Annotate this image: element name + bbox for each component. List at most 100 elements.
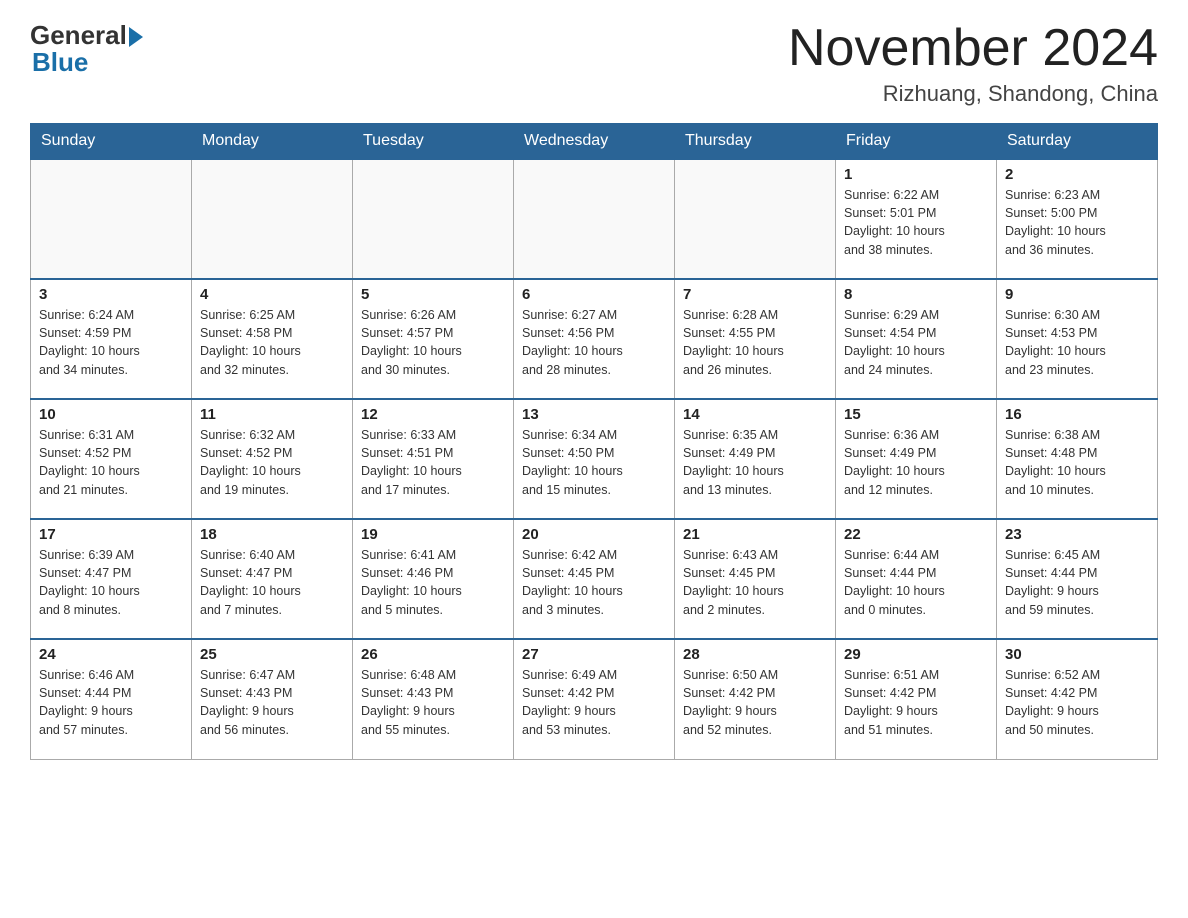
calendar-cell — [675, 159, 836, 279]
day-number: 9 — [1005, 286, 1149, 303]
weekday-header-monday: Monday — [192, 124, 353, 160]
location-subtitle: Rizhuang, Shandong, China — [788, 81, 1158, 107]
calendar-cell: 19 Sunrise: 6:41 AMSunset: 4:46 PMDayligh… — [353, 519, 514, 639]
calendar-cell: 26 Sunrise: 6:48 AMSunset: 4:43 PMDayligh… — [353, 639, 514, 759]
day-info: Sunrise: 6:34 AMSunset: 4:50 PMDaylight:… — [522, 426, 666, 499]
calendar-cell: 24 Sunrise: 6:46 AMSunset: 4:44 PMDayligh… — [31, 639, 192, 759]
calendar-cell: 18 Sunrise: 6:40 AMSunset: 4:47 PMDayligh… — [192, 519, 353, 639]
calendar-cell: 1Sunrise: 6:22 AMSunset: 5:01 PMDaylight… — [836, 159, 997, 279]
day-info: Sunrise: 6:25 AMSunset: 4:58 PMDaylight:… — [200, 306, 344, 379]
day-number: 22 — [844, 526, 988, 543]
calendar-cell — [31, 159, 192, 279]
calendar-cell: 14 Sunrise: 6:35 AMSunset: 4:49 PMDayligh… — [675, 399, 836, 519]
day-info: Sunrise: 6:32 AMSunset: 4:52 PMDaylight:… — [200, 426, 344, 499]
calendar-table: SundayMondayTuesdayWednesdayThursdayFrid… — [30, 123, 1158, 760]
day-info: Sunrise: 6:40 AMSunset: 4:47 PMDaylight:… — [200, 546, 344, 619]
logo: General Blue — [30, 20, 143, 78]
weekday-header-sunday: Sunday — [31, 124, 192, 160]
day-number: 3 — [39, 286, 183, 303]
day-number: 4 — [200, 286, 344, 303]
day-info: Sunrise: 6:24 AMSunset: 4:59 PMDaylight:… — [39, 306, 183, 379]
day-info: Sunrise: 6:46 AMSunset: 4:44 PMDaylight:… — [39, 666, 183, 739]
day-info: Sunrise: 6:30 AMSunset: 4:53 PMDaylight:… — [1005, 306, 1149, 379]
calendar-cell: 2 Sunrise: 6:23 AMSunset: 5:00 PMDaylight… — [997, 159, 1158, 279]
day-number: 11 — [200, 406, 344, 423]
day-number: 28 — [683, 646, 827, 663]
logo-blue-text: Blue — [32, 47, 88, 78]
day-info: Sunrise: 6:41 AMSunset: 4:46 PMDaylight:… — [361, 546, 505, 619]
calendar-cell: 27Sunrise: 6:49 AMSunset: 4:42 PMDayligh… — [514, 639, 675, 759]
calendar-cell: 22Sunrise: 6:44 AMSunset: 4:44 PMDayligh… — [836, 519, 997, 639]
day-number: 13 — [522, 406, 666, 423]
calendar-cell: 3 Sunrise: 6:24 AMSunset: 4:59 PMDaylight… — [31, 279, 192, 399]
calendar-cell: 21Sunrise: 6:43 AMSunset: 4:45 PMDayligh… — [675, 519, 836, 639]
weekday-header-saturday: Saturday — [997, 124, 1158, 160]
day-number: 16 — [1005, 406, 1149, 423]
calendar-cell: 28Sunrise: 6:50 AMSunset: 4:42 PMDayligh… — [675, 639, 836, 759]
day-number: 18 — [200, 526, 344, 543]
calendar-cell: 10Sunrise: 6:31 AMSunset: 4:52 PMDayligh… — [31, 399, 192, 519]
day-number: 21 — [683, 526, 827, 543]
day-info: Sunrise: 6:23 AMSunset: 5:00 PMDaylight:… — [1005, 186, 1149, 259]
calendar-cell: 16 Sunrise: 6:38 AMSunset: 4:48 PMDayligh… — [997, 399, 1158, 519]
day-info: Sunrise: 6:28 AMSunset: 4:55 PMDaylight:… — [683, 306, 827, 379]
weekday-header-wednesday: Wednesday — [514, 124, 675, 160]
day-info: Sunrise: 6:48 AMSunset: 4:43 PMDaylight:… — [361, 666, 505, 739]
calendar-cell: 11 Sunrise: 6:32 AMSunset: 4:52 PMDayligh… — [192, 399, 353, 519]
calendar-cell: 9 Sunrise: 6:30 AMSunset: 4:53 PMDaylight… — [997, 279, 1158, 399]
weekday-header-friday: Friday — [836, 124, 997, 160]
calendar-week-row: 24 Sunrise: 6:46 AMSunset: 4:44 PMDayligh… — [31, 639, 1158, 759]
calendar-cell: 5 Sunrise: 6:26 AMSunset: 4:57 PMDaylight… — [353, 279, 514, 399]
calendar-week-row: 3 Sunrise: 6:24 AMSunset: 4:59 PMDaylight… — [31, 279, 1158, 399]
day-number: 23 — [1005, 526, 1149, 543]
day-info: Sunrise: 6:42 AMSunset: 4:45 PMDaylight:… — [522, 546, 666, 619]
calendar-cell: 4 Sunrise: 6:25 AMSunset: 4:58 PMDaylight… — [192, 279, 353, 399]
calendar-cell: 6 Sunrise: 6:27 AMSunset: 4:56 PMDaylight… — [514, 279, 675, 399]
day-info: Sunrise: 6:45 AMSunset: 4:44 PMDaylight:… — [1005, 546, 1149, 619]
day-info: Sunrise: 6:52 AMSunset: 4:42 PMDaylight:… — [1005, 666, 1149, 739]
calendar-cell — [514, 159, 675, 279]
day-number: 2 — [1005, 166, 1149, 183]
day-info: Sunrise: 6:26 AMSunset: 4:57 PMDaylight:… — [361, 306, 505, 379]
day-info: Sunrise: 6:39 AMSunset: 4:47 PMDaylight:… — [39, 546, 183, 619]
title-section: November 2024 Rizhuang, Shandong, China — [788, 20, 1158, 107]
day-number: 6 — [522, 286, 666, 303]
day-number: 17 — [39, 526, 183, 543]
day-info: Sunrise: 6:36 AMSunset: 4:49 PMDaylight:… — [844, 426, 988, 499]
calendar-cell: 23 Sunrise: 6:45 AMSunset: 4:44 PMDayligh… — [997, 519, 1158, 639]
day-number: 24 — [39, 646, 183, 663]
calendar-week-row: 1Sunrise: 6:22 AMSunset: 5:01 PMDaylight… — [31, 159, 1158, 279]
day-info: Sunrise: 6:27 AMSunset: 4:56 PMDaylight:… — [522, 306, 666, 379]
day-info: Sunrise: 6:31 AMSunset: 4:52 PMDaylight:… — [39, 426, 183, 499]
day-number: 30 — [1005, 646, 1149, 663]
day-info: Sunrise: 6:35 AMSunset: 4:49 PMDaylight:… — [683, 426, 827, 499]
calendar-cell: 7 Sunrise: 6:28 AMSunset: 4:55 PMDaylight… — [675, 279, 836, 399]
day-info: Sunrise: 6:29 AMSunset: 4:54 PMDaylight:… — [844, 306, 988, 379]
calendar-cell — [353, 159, 514, 279]
calendar-cell — [192, 159, 353, 279]
calendar-cell: 30 Sunrise: 6:52 AMSunset: 4:42 PMDayligh… — [997, 639, 1158, 759]
day-number: 14 — [683, 406, 827, 423]
day-info: Sunrise: 6:38 AMSunset: 4:48 PMDaylight:… — [1005, 426, 1149, 499]
day-number: 12 — [361, 406, 505, 423]
day-number: 29 — [844, 646, 988, 663]
day-number: 1 — [844, 166, 988, 183]
calendar-week-row: 10Sunrise: 6:31 AMSunset: 4:52 PMDayligh… — [31, 399, 1158, 519]
calendar-header-row: SundayMondayTuesdayWednesdayThursdayFrid… — [31, 124, 1158, 160]
day-number: 27 — [522, 646, 666, 663]
day-info: Sunrise: 6:51 AMSunset: 4:42 PMDaylight:… — [844, 666, 988, 739]
calendar-cell: 20Sunrise: 6:42 AMSunset: 4:45 PMDayligh… — [514, 519, 675, 639]
calendar-cell: 29 Sunrise: 6:51 AMSunset: 4:42 PMDayligh… — [836, 639, 997, 759]
day-number: 7 — [683, 286, 827, 303]
calendar-week-row: 17 Sunrise: 6:39 AMSunset: 4:47 PMDayligh… — [31, 519, 1158, 639]
calendar-cell: 17 Sunrise: 6:39 AMSunset: 4:47 PMDayligh… — [31, 519, 192, 639]
calendar-cell: 8 Sunrise: 6:29 AMSunset: 4:54 PMDaylight… — [836, 279, 997, 399]
day-number: 5 — [361, 286, 505, 303]
logo-arrow-icon — [129, 27, 143, 47]
calendar-cell: 25Sunrise: 6:47 AMSunset: 4:43 PMDayligh… — [192, 639, 353, 759]
day-number: 26 — [361, 646, 505, 663]
day-number: 19 — [361, 526, 505, 543]
day-info: Sunrise: 6:33 AMSunset: 4:51 PMDaylight:… — [361, 426, 505, 499]
day-number: 8 — [844, 286, 988, 303]
month-title: November 2024 — [788, 20, 1158, 77]
